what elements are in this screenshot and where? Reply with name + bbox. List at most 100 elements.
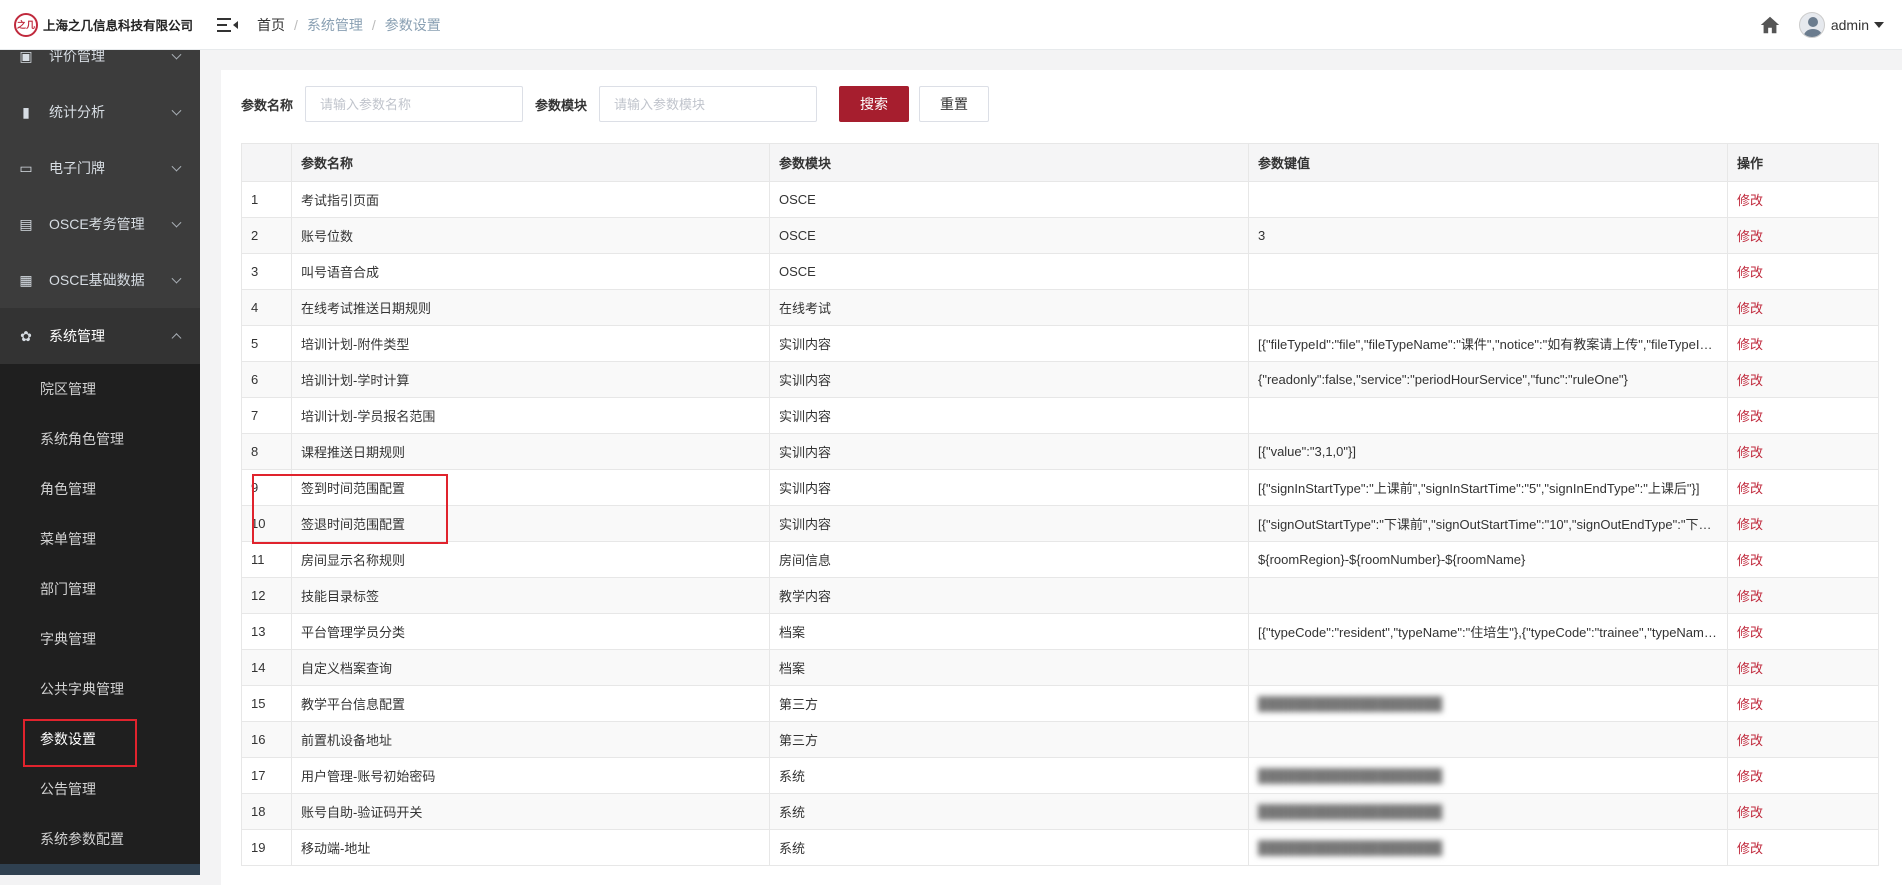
row-param-module: 第三方: [769, 685, 1249, 722]
sidebar-subitem[interactable]: 菜单管理: [0, 514, 200, 564]
row-param-module: 实训内容: [769, 469, 1249, 506]
row-param-value: ████████████████████: [1248, 829, 1728, 866]
sidebar-subitem[interactable]: 公共字典管理: [0, 664, 200, 714]
row-param-name: 技能目录标签: [291, 577, 770, 614]
sidebar-item-label: 电子门牌: [49, 160, 105, 176]
row-edit-link[interactable]: 修改: [1727, 325, 1879, 362]
row-param-name: 叫号语音合成: [291, 253, 770, 290]
company-logo: 之几: [14, 12, 38, 37]
param-table: 参数名称 参数模块 参数键值 操作 1 考试指引页面 OSCE 修改 2 账号位数 OSCE…: [241, 143, 1879, 866]
chevron-down-icon: [171, 273, 182, 284]
row-param-module: OSCE: [769, 253, 1249, 290]
brand[interactable]: 之几 上海之几信息科技有限公司: [0, 0, 200, 50]
row-param-name: 自定义档案查询: [291, 649, 770, 686]
sidebar-subitem[interactable]: 部门管理: [0, 564, 200, 614]
row-index: 3: [241, 253, 292, 290]
table-body: 1 考试指引页面 OSCE 修改 2 账号位数 OSCE 3 修改 3 叫号语音合成 OSCE 修改 4 在…: [241, 181, 1879, 866]
row-edit-link[interactable]: 修改: [1727, 685, 1879, 722]
row-index: 2: [241, 217, 292, 254]
menu-toggle-icon[interactable]: [217, 17, 238, 33]
table-row: 11 房间显示名称规则 房间信息 ${roomRegion}-${roomNumber…: [241, 541, 1879, 578]
breadcrumb-system[interactable]: 系统管理: [307, 15, 363, 35]
redacted-value: ████████████████████: [1258, 768, 1443, 783]
row-param-module: 在线考试: [769, 289, 1249, 326]
sidebar-subitem[interactable]: 系统参数配置: [0, 814, 200, 864]
sidebar-item-label: OSCE基础数据: [49, 272, 145, 288]
table-row: 18 账号自助-验证码开关 系统 ████████████████████ 修改: [241, 793, 1879, 830]
row-edit-link[interactable]: 修改: [1727, 541, 1879, 578]
chevron-up-icon: [171, 333, 182, 344]
search-button[interactable]: 搜索: [839, 86, 910, 122]
row-index: 16: [241, 721, 292, 758]
search-form: 参数名称 参数模块 搜索 重置: [241, 86, 990, 122]
sidebar-item-label: 系统管理: [49, 328, 105, 344]
row-param-name: 房间显示名称规则: [291, 541, 770, 578]
col-header-index: [241, 143, 292, 182]
home-icon[interactable]: [1759, 14, 1781, 36]
sidebar-subitem[interactable]: 公告管理: [0, 764, 200, 814]
row-edit-link[interactable]: 修改: [1727, 757, 1879, 794]
row-edit-link[interactable]: 修改: [1727, 829, 1879, 866]
chevron-down-icon: [171, 49, 182, 60]
sidebar-subitem[interactable]: 参数设置: [0, 714, 200, 767]
row-param-module: 实训内容: [769, 397, 1249, 434]
reset-button[interactable]: 重置: [919, 86, 990, 122]
table-row: 13 平台管理学员分类 档案 [{"typeCode":"resident","typ…: [241, 613, 1879, 650]
table-row: 6 培训计划-学时计算 实训内容 {"readonly":false,"service…: [241, 361, 1879, 398]
sidebar-item[interactable]: ✿ 系统管理: [0, 308, 200, 364]
row-edit-link[interactable]: 修改: [1727, 721, 1879, 758]
gear-icon: ✿: [20, 327, 32, 344]
row-edit-link[interactable]: 修改: [1727, 577, 1879, 614]
row-param-value: [1248, 181, 1728, 218]
row-edit-link[interactable]: 修改: [1727, 469, 1879, 506]
table-row: 4 在线考试推送日期规则 在线考试 修改: [241, 289, 1879, 326]
sidebar-item[interactable]: ▭ 电子门牌: [0, 140, 200, 196]
sidebar-subitem[interactable]: 字典管理: [0, 614, 200, 664]
sidebar-item[interactable]: ▮ 统计分析: [0, 84, 200, 140]
row-edit-link[interactable]: 修改: [1727, 253, 1879, 290]
param-module-label: 参数模块: [535, 97, 588, 113]
row-edit-link[interactable]: 修改: [1727, 505, 1879, 542]
row-param-module: 档案: [769, 613, 1249, 650]
param-name-label: 参数名称: [241, 97, 294, 113]
row-param-value: [1248, 397, 1728, 434]
row-edit-link[interactable]: 修改: [1727, 649, 1879, 686]
sidebar-submenu: 院区管理 系统角色管理 角色管理 菜单管理 部门管理 字典管理 公共字典管理 参数设置 公告管理…: [0, 364, 200, 864]
row-param-value: [1248, 649, 1728, 686]
row-edit-link[interactable]: 修改: [1727, 289, 1879, 326]
chevron-down-icon: [171, 161, 182, 172]
table-row: 19 移动端-地址 系统 ████████████████████ 修改: [241, 829, 1879, 866]
breadcrumb-home[interactable]: 首页: [257, 15, 285, 35]
row-param-value: [{"signInStartType":"上课前","signInStartTi…: [1248, 469, 1728, 506]
caret-down-icon[interactable]: [1874, 22, 1884, 28]
row-edit-link[interactable]: 修改: [1727, 613, 1879, 650]
redacted-value: ████████████████████: [1258, 804, 1443, 819]
table-row: 16 前置机设备地址 第三方 修改: [241, 721, 1879, 758]
row-edit-link[interactable]: 修改: [1727, 217, 1879, 254]
sidebar-item[interactable]: ▦ OSCE基础数据: [0, 252, 200, 308]
redacted-value: ████████████████████: [1258, 696, 1443, 711]
table-row: 12 技能目录标签 教学内容 修改: [241, 577, 1879, 614]
param-name-input[interactable]: [305, 86, 524, 122]
row-param-name: 培训计划-附件类型: [291, 325, 770, 362]
sidebar-item[interactable]: ▤ OSCE考务管理: [0, 196, 200, 252]
row-param-value: [1248, 721, 1728, 758]
chevron-down-icon: [171, 217, 182, 228]
sidebar-subitem[interactable]: 院区管理: [0, 364, 200, 414]
sidebar-subitem[interactable]: 角色管理: [0, 464, 200, 514]
row-edit-link[interactable]: 修改: [1727, 793, 1879, 830]
row-edit-link[interactable]: 修改: [1727, 361, 1879, 398]
row-edit-link[interactable]: 修改: [1727, 181, 1879, 218]
row-param-value: [{"fileTypeId":"file","fileTypeName":"课件…: [1248, 325, 1728, 362]
row-edit-link[interactable]: 修改: [1727, 433, 1879, 470]
table-row: 17 用户管理-账号初始密码 系统 ████████████████████ 修改: [241, 757, 1879, 794]
username[interactable]: admin: [1831, 17, 1869, 33]
row-edit-link[interactable]: 修改: [1727, 397, 1879, 434]
row-param-name: 前置机设备地址: [291, 721, 770, 758]
sidebar-subitem[interactable]: 系统角色管理: [0, 414, 200, 464]
content-area: 参数名称 参数模块 搜索 重置 参数名称: [200, 50, 1902, 885]
avatar[interactable]: [1798, 12, 1825, 38]
row-param-value: ████████████████████: [1248, 793, 1728, 830]
param-module-input[interactable]: [599, 86, 818, 122]
row-index: 8: [241, 433, 292, 470]
